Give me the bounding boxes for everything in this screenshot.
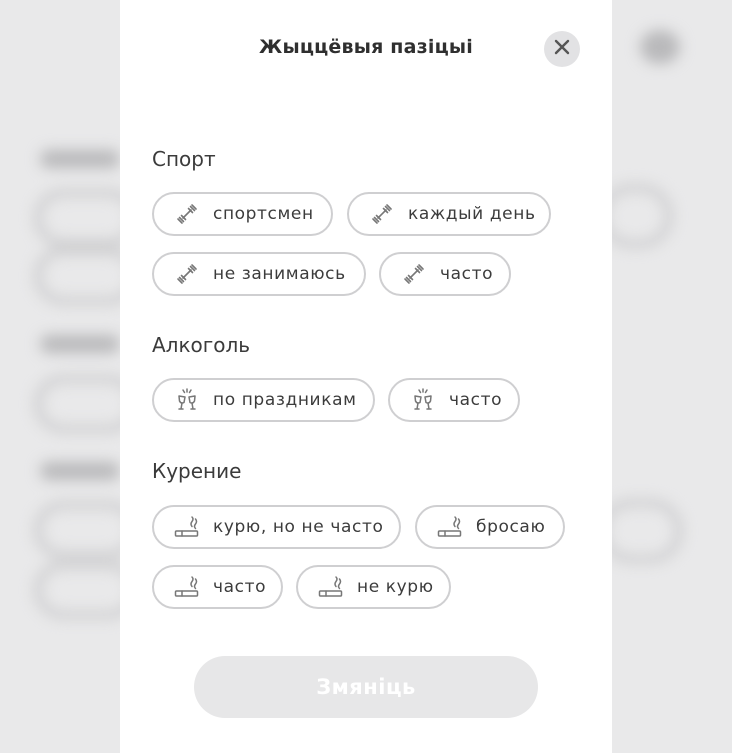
option-sport-none[interactable]: не занимаюсь	[152, 252, 366, 296]
option-label: часто	[440, 264, 494, 284]
cigarette-icon	[174, 574, 200, 600]
option-alcohol-holidays[interactable]: по праздникам	[152, 378, 375, 422]
dumbbell-icon	[401, 261, 427, 287]
option-smoking-often[interactable]: часто	[152, 565, 283, 609]
option-label: курю, но не часто	[213, 517, 384, 537]
submit-button[interactable]: Змяніць	[194, 656, 538, 718]
option-label: по праздникам	[213, 390, 357, 410]
cigarette-icon	[318, 574, 344, 600]
cigarette-icon	[437, 514, 463, 540]
close-button[interactable]	[544, 31, 580, 67]
option-smoking-rarely[interactable]: курю, но не часто	[152, 505, 401, 549]
cigarette-icon	[174, 514, 200, 540]
champagne-glasses-icon	[410, 387, 436, 413]
option-smoking-nonsmoker[interactable]: не курю	[296, 565, 451, 609]
option-sport-every-day[interactable]: каждый день	[347, 192, 551, 236]
sheet-title: Жыццёвыя пазіцыі	[259, 36, 473, 58]
close-icon	[554, 39, 570, 59]
option-label: часто	[449, 390, 503, 410]
option-label: не занимаюсь	[213, 264, 346, 284]
option-label: не курю	[357, 577, 434, 597]
life-positions-sheet: Жыццёвыя пазіцыі Спорт спортсмен каждый …	[120, 0, 612, 753]
section-title-alcohol: Алкоголь	[152, 333, 251, 357]
option-label: каждый день	[408, 204, 536, 224]
option-smoking-quitting[interactable]: бросаю	[415, 505, 565, 549]
option-label: часто	[213, 577, 267, 597]
option-label: бросаю	[476, 517, 546, 537]
dumbbell-icon	[174, 261, 200, 287]
option-label: спортсмен	[213, 204, 314, 224]
section-title-sport: Спорт	[152, 147, 216, 171]
option-alcohol-often[interactable]: часто	[388, 378, 520, 422]
section-title-smoking: Курение	[152, 459, 242, 483]
dumbbell-icon	[369, 201, 395, 227]
option-sport-often[interactable]: часто	[379, 252, 511, 296]
champagne-glasses-icon	[174, 387, 200, 413]
option-sport-athlete[interactable]: спортсмен	[152, 192, 333, 236]
dumbbell-icon	[174, 201, 200, 227]
